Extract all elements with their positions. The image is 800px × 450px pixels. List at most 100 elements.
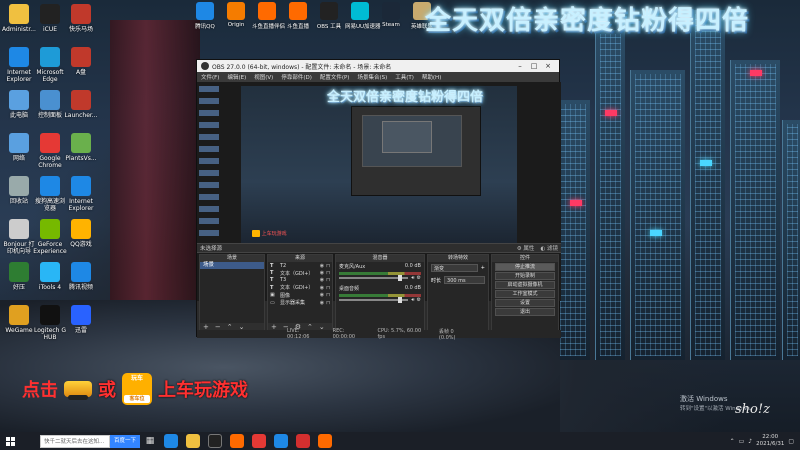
desktop-icon[interactable]: 网络 — [2, 133, 36, 162]
volume-slider[interactable] — [339, 275, 409, 281]
desktop-icon[interactable]: WeGame — [2, 305, 36, 334]
desktop-icon[interactable]: GeForce Experience — [33, 219, 67, 255]
desktop-icon[interactable]: 回收站 — [2, 176, 36, 205]
desktop-icon[interactable]: 腾讯QQ — [190, 2, 220, 30]
desktop-icon[interactable]: iTools 4 — [33, 262, 67, 291]
douyu-live-taskbar-icon[interactable] — [318, 434, 333, 448]
desktop-icons: Administr... iCUE 快乐马场 Internet Explorer Mic… — [0, 0, 130, 420]
eye-icon[interactable]: ◉ — [320, 263, 324, 269]
desktop-icon[interactable]: 此电脑 — [2, 90, 36, 119]
clock[interactable]: 22:00 2021/6/31 — [756, 434, 784, 448]
source-item[interactable]: T T2 ◉ ⊓ — [268, 262, 332, 269]
menu-item[interactable]: 视图(V) — [254, 73, 273, 81]
desktop-icon[interactable]: Microsoft Edge — [33, 47, 67, 83]
gear-icon[interactable]: ⚙ — [417, 297, 421, 303]
app-icon — [9, 90, 29, 110]
close-icon[interactable]: × — [541, 62, 555, 70]
scene-item[interactable]: 场景 — [200, 262, 264, 269]
douyu-taskbar-icon[interactable] — [230, 434, 245, 448]
menu-item[interactable]: 停靠部件(D) — [281, 73, 312, 81]
desktop-icon[interactable]: PlantsVs... — [64, 133, 98, 162]
desktop-icon[interactable]: 搜狗高速浏览器 — [33, 176, 67, 212]
lock-icon[interactable]: ⊓ — [326, 292, 330, 298]
control-button[interactable]: 设置 — [495, 299, 555, 307]
chrome-taskbar-icon[interactable] — [252, 434, 267, 448]
minimize-icon[interactable]: – — [513, 62, 527, 70]
maximize-icon[interactable]: □ — [527, 62, 541, 70]
obs-title-bar[interactable]: OBS 27.0.0 (64-bit, windows) - 配置文件: 未命名… — [197, 60, 559, 72]
edge-taskbar-icon[interactable] — [164, 434, 179, 448]
obs-taskbar-icon[interactable] — [208, 434, 223, 448]
eye-icon[interactable]: ◉ — [320, 292, 324, 298]
control-button[interactable]: 开始录制 — [495, 272, 555, 280]
eye-icon[interactable]: ◉ — [320, 300, 324, 306]
eye-icon[interactable]: ◉ — [320, 285, 324, 291]
qq-taskbar-icon[interactable] — [274, 434, 289, 448]
control-button[interactable]: 工作室模式 — [495, 290, 555, 298]
menu-item[interactable]: 文件(F) — [201, 73, 219, 81]
desktop-icon[interactable]: Logitech G HUB — [33, 305, 67, 341]
lock-icon[interactable]: ⊓ — [326, 263, 330, 269]
source-item[interactable]: ▣ 图像 ◉ ⊓ — [268, 292, 332, 299]
obs-window[interactable]: OBS 27.0.0 (64-bit, windows) - 配置文件: 未命名… — [196, 59, 561, 341]
app-icon — [40, 133, 60, 153]
notification-icon[interactable]: ▢ — [788, 438, 794, 445]
file-explorer-taskbar-icon[interactable] — [186, 434, 201, 448]
lock-icon[interactable]: ⊓ — [326, 285, 330, 291]
control-button[interactable]: 启动虚拟摄像机 — [495, 281, 555, 289]
desktop-icon[interactable]: 控制面板 — [33, 90, 67, 119]
source-item[interactable]: T 文本（GDI+） ◉ ⊓ — [268, 284, 332, 292]
baidu-search-button[interactable]: 百度一下 — [110, 434, 141, 448]
desktop-icon[interactable]: QQ游戏 — [64, 219, 98, 248]
desktop-icon[interactable]: A盘 — [64, 47, 98, 76]
desktop-icon[interactable]: Internet Explorer — [2, 47, 36, 83]
desktop-icon[interactable]: Origin — [221, 2, 251, 28]
desktop-icon[interactable]: Internet Explorer — [64, 176, 98, 212]
gear-icon[interactable]: ⚙ — [417, 275, 421, 281]
desktop-icon[interactable]: Google Chrome — [33, 133, 67, 169]
desktop-icon[interactable]: 网易UU加速器 — [345, 2, 381, 30]
network-icon[interactable]: ▭ — [739, 438, 745, 445]
control-button[interactable]: 退出 — [495, 308, 555, 316]
source-item[interactable]: ▭ 显示器采集 ◉ ⊓ — [268, 299, 332, 307]
lock-icon[interactable]: ⊓ — [326, 270, 330, 276]
volume-icon[interactable]: ♪ — [748, 438, 752, 445]
menu-item[interactable]: 帮助(H) — [422, 73, 441, 81]
taskbar-search-input[interactable]: 快千二就天后去在这知... — [40, 434, 110, 448]
source-item[interactable]: T T3 ◉ ⊓ — [268, 277, 332, 284]
filters-button[interactable]: ◐ 滤镜 — [540, 244, 558, 252]
desktop-icon[interactable]: Steam — [376, 2, 406, 28]
volume-slider[interactable] — [339, 297, 409, 303]
netease-taskbar-icon[interactable] — [296, 434, 311, 448]
control-button[interactable]: 停止推流 — [495, 263, 555, 271]
lock-icon[interactable]: ⊓ — [326, 277, 330, 283]
task-view-icon[interactable]: ▦ — [143, 434, 157, 448]
properties-button[interactable]: ⚙ 属性 — [517, 244, 535, 252]
desktop-icon[interactable]: iCUE — [33, 4, 67, 33]
start-button[interactable] — [0, 432, 20, 450]
eye-icon[interactable]: ◉ — [320, 277, 324, 283]
speaker-icon[interactable]: 🔊︎ — [411, 297, 414, 303]
menu-item[interactable]: 配置文件(P) — [320, 73, 350, 81]
desktop-icon[interactable]: 迅雷 — [64, 305, 98, 334]
desktop-icon[interactable]: Launcher... — [64, 90, 98, 119]
desktop-icon[interactable]: 快乐马场 — [64, 4, 98, 33]
desktop-icon[interactable]: 斗鱼直播 — [283, 2, 313, 30]
desktop-icon[interactable]: 斗鱼直播伴侣 — [252, 2, 285, 30]
desktop-icon[interactable]: Administr... — [2, 4, 36, 33]
menu-item[interactable]: 工具(T) — [395, 73, 414, 81]
desktop-icon[interactable]: Bonjour 打印机向导 — [2, 219, 36, 255]
add-transition-button[interactable]: + — [481, 265, 485, 271]
desktop-icon[interactable]: 好压 — [2, 262, 36, 291]
transition-select[interactable]: 渐变 — [431, 264, 478, 272]
lock-icon[interactable]: ⊓ — [326, 300, 330, 306]
desktop-icon[interactable]: 腾讯视频 — [64, 262, 98, 291]
desktop-icon[interactable]: OBS 工具 — [314, 2, 344, 30]
tray-up-icon[interactable]: ⌃ — [730, 438, 735, 445]
source-item[interactable]: T 文本（GDI+） ◉ ⊓ — [268, 269, 332, 277]
menu-item[interactable]: 编辑(E) — [227, 73, 246, 81]
menu-item[interactable]: 场景集合(S) — [357, 73, 387, 81]
duration-input[interactable]: 300 ms — [444, 276, 485, 284]
speaker-icon[interactable]: 🔊︎ — [411, 275, 414, 281]
eye-icon[interactable]: ◉ — [320, 270, 324, 276]
